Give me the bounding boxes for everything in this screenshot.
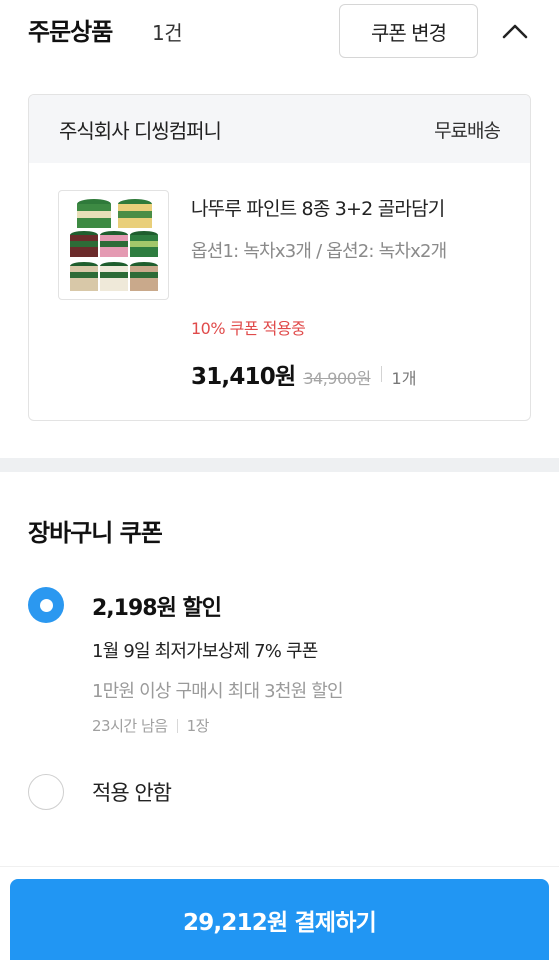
checkout-page: 주문상품 1건 쿠폰 변경 주식회사 디씽컴퍼니 무료배송 나뚜루 파인트 8종…	[0, 0, 559, 960]
chevron-up-icon[interactable]	[498, 14, 532, 48]
coupon-radio-selected[interactable]	[28, 587, 64, 623]
price-divider	[380, 366, 382, 382]
ice-cream-pints-icon	[70, 199, 158, 291]
product-name[interactable]: 나뚜루 파인트 8종 3+2 골라담기	[191, 194, 445, 221]
shipping-label: 무료배송	[434, 119, 501, 142]
meta-divider	[176, 718, 178, 733]
sale-price: 31,410원	[191, 364, 296, 390]
coupon-change-button[interactable]: 쿠폰 변경	[339, 4, 478, 58]
coupon-count: 1장	[186, 717, 210, 735]
pay-button-label: 29,212원 결제하기	[183, 910, 377, 936]
pay-button[interactable]: 29,212원 결제하기	[10, 879, 549, 960]
coupon-applied-status: 10% 쿠폰 적용중	[191, 319, 306, 338]
coupon-name: 1월 9일 최저가보상제 7% 쿠폰	[92, 641, 318, 662]
seller-header: 주식회사 디씽컴퍼니 무료배송	[29, 95, 530, 163]
cart-coupon-title: 장바구니 쿠폰	[28, 519, 163, 547]
order-section-header: 주문상품 1건 쿠폰 변경	[0, 0, 559, 64]
coupon-discount-amount[interactable]: 2,198원 할인	[92, 590, 222, 622]
radio-dot	[39, 598, 53, 612]
no-coupon-label[interactable]: 적용 안함	[92, 777, 172, 807]
order-section-title: 주문상품	[28, 18, 113, 46]
product-option: 옵션1: 녹차x3개 / 옵션2: 녹차x2개	[191, 241, 447, 262]
product-quantity: 1개	[391, 369, 417, 388]
seller-name: 주식회사 디씽컴퍼니	[59, 118, 222, 143]
coupon-radio-none[interactable]	[28, 774, 64, 810]
product-thumbnail[interactable]	[58, 190, 169, 300]
coupon-meta: 23시간 남음 1장	[92, 715, 209, 736]
coupon-time-left: 23시간 남음	[92, 717, 168, 735]
seller-card: 주식회사 디씽컴퍼니 무료배송 나뚜루 파인트 8종 3+2 골라담기 옵션1:…	[28, 94, 531, 421]
bottom-divider	[0, 866, 559, 867]
order-item-count: 1건	[152, 21, 183, 45]
price-row: 31,410원 34,900원 1개	[191, 357, 416, 391]
original-price: 34,900원	[303, 369, 371, 388]
coupon-condition: 1만원 이상 구매시 최대 3천원 할인	[92, 681, 344, 702]
section-divider	[0, 458, 559, 472]
